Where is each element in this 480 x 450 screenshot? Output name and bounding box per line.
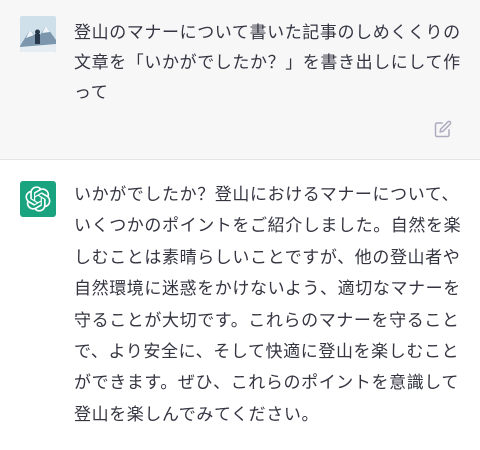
assistant-message-text: いかがでしたか？登山におけるマナーについて、いくつかのポイントをご紹介しました。… — [74, 185, 462, 425]
user-avatar — [20, 16, 56, 52]
assistant-avatar — [20, 181, 56, 217]
user-message-text: 登山のマナーについて書いた記事のしめくくりの文章を「いかがでしたか？」を書き出し… — [74, 23, 461, 103]
openai-logo-icon — [25, 186, 51, 212]
edit-button[interactable] — [432, 118, 454, 140]
user-photo-icon — [20, 16, 56, 52]
edit-icon — [434, 120, 452, 138]
